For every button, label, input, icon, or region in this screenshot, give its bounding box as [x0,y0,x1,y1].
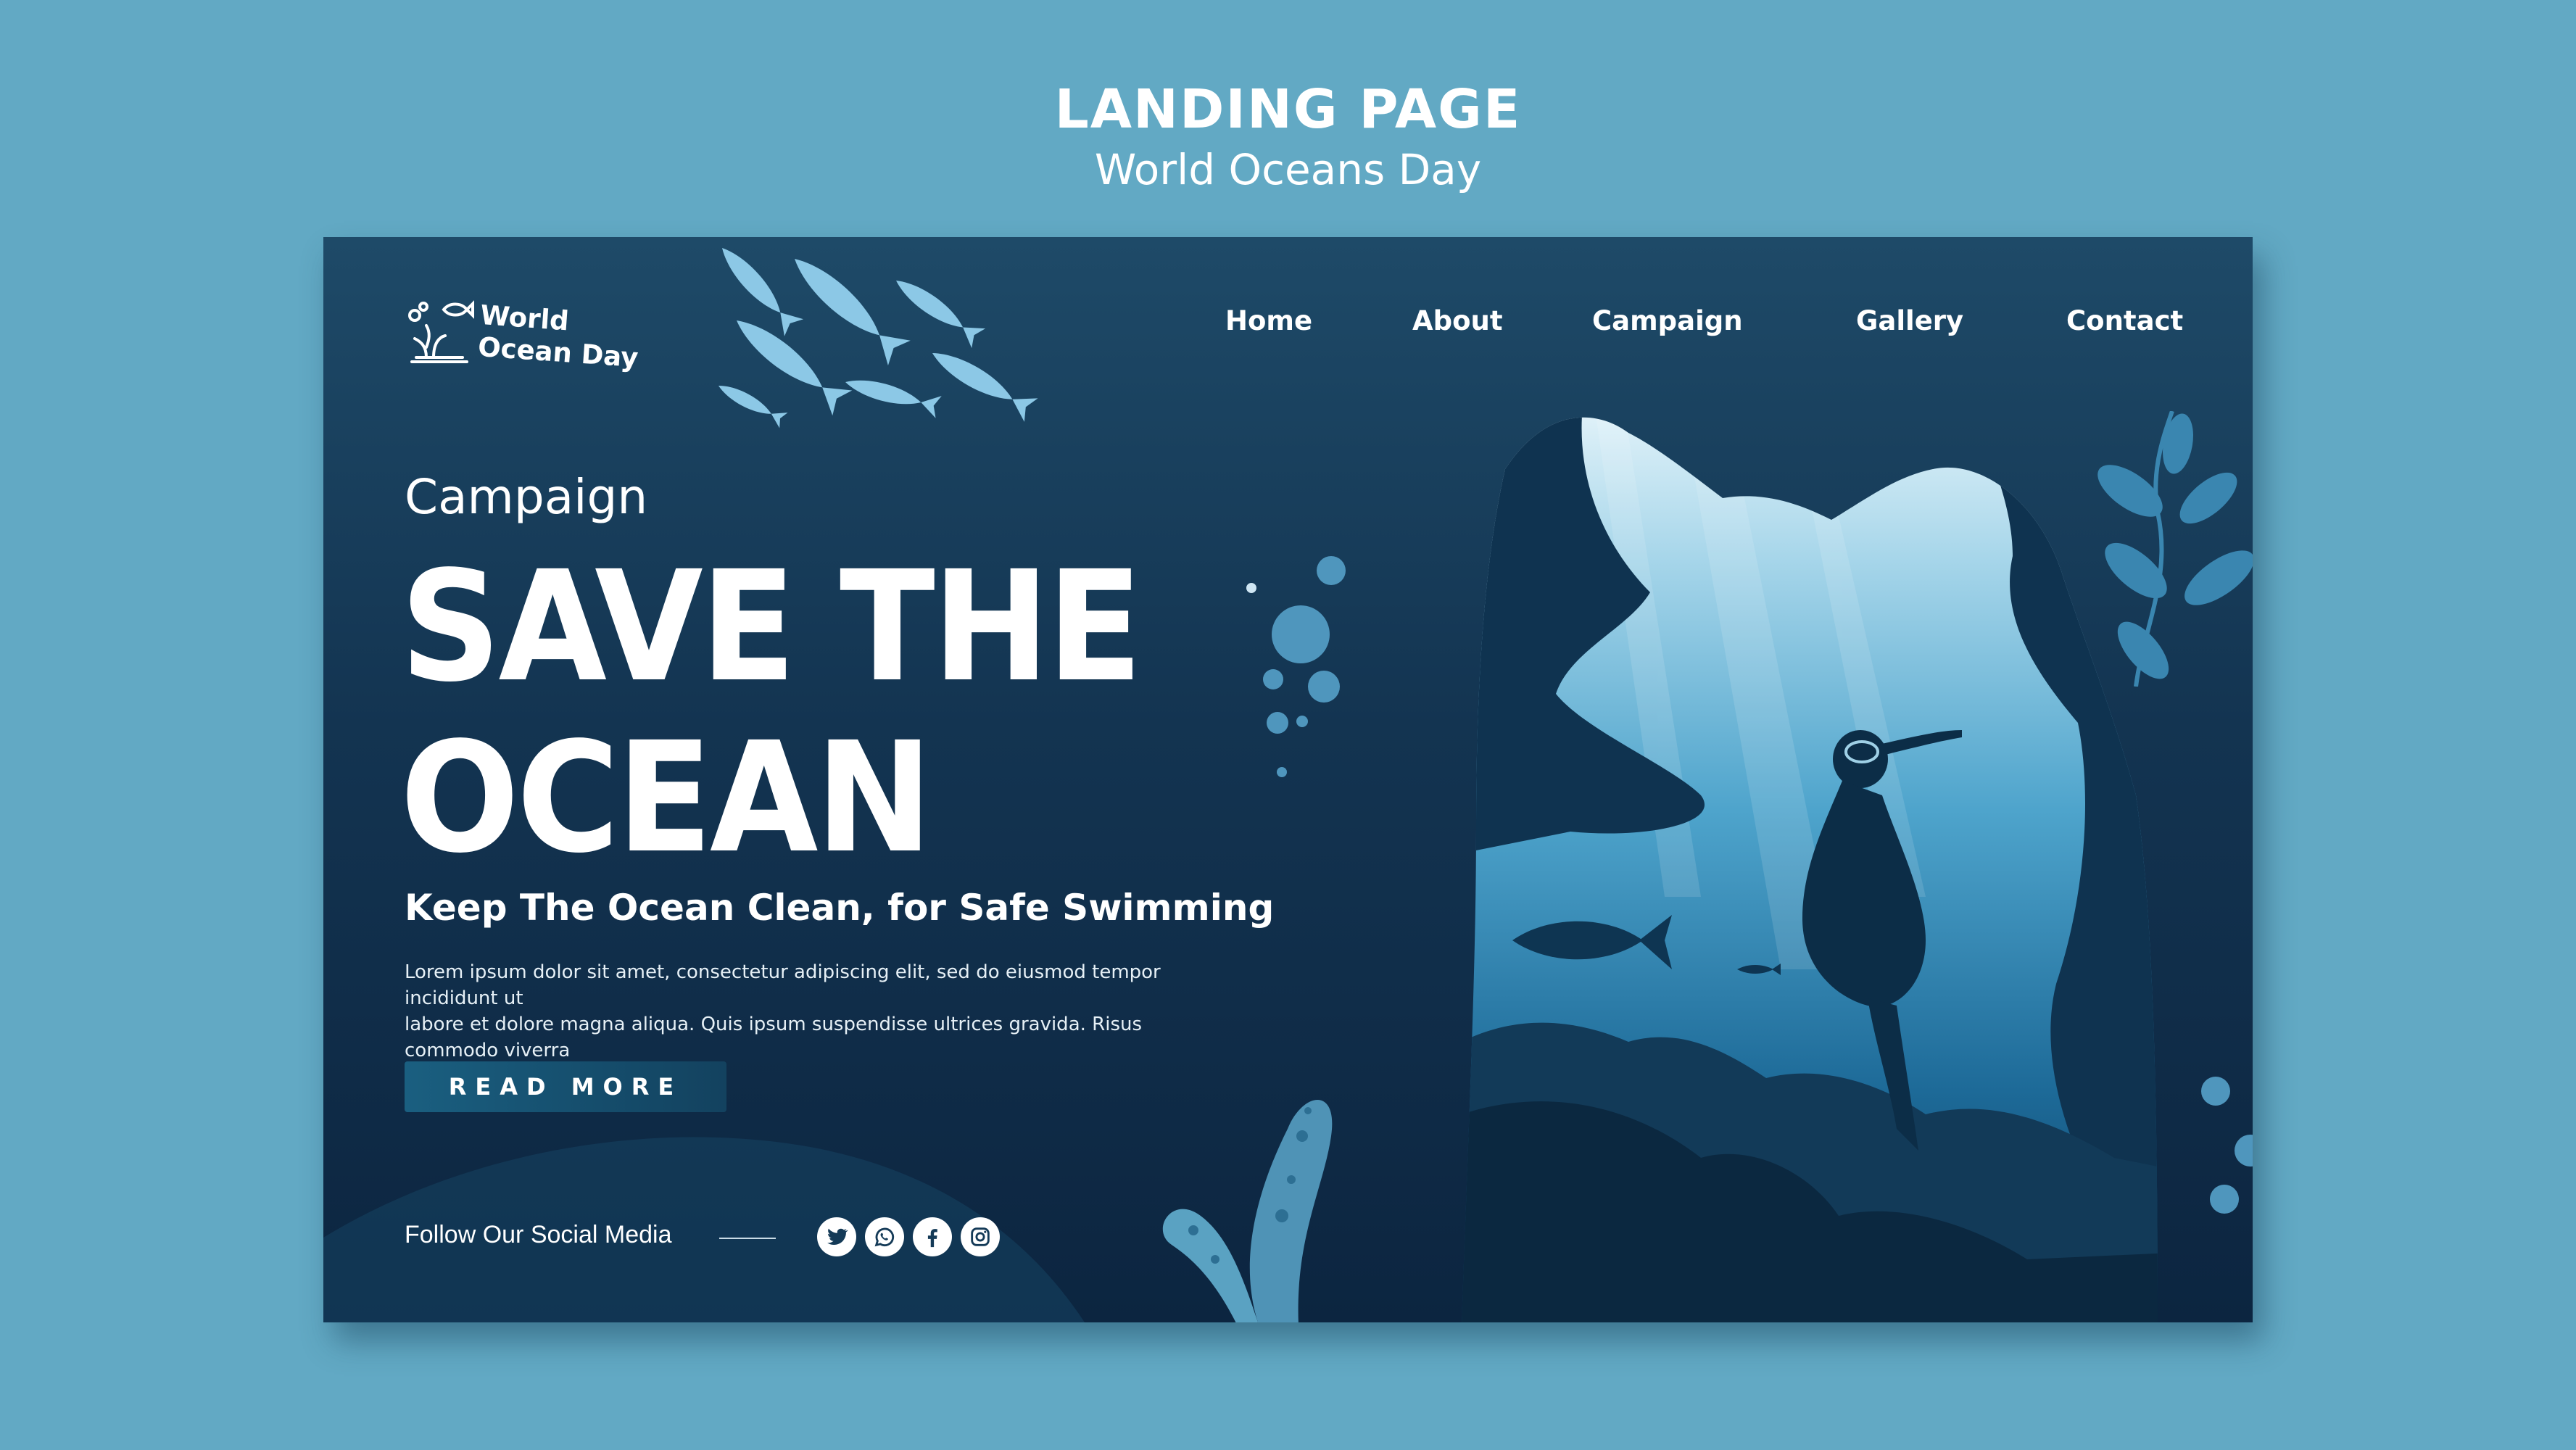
hero-subtitle: Keep The Ocean Clean, for Safe Swimming [405,887,1275,929]
nav-item-home[interactable]: Home [1225,305,1312,336]
nav-item-about[interactable]: About [1412,305,1503,336]
landing-page-mockup: World Ocean Day Home About Campaign Gall… [323,237,2253,1322]
divider-line [719,1238,776,1239]
top-navigation: Home About Campaign Gallery Contact [323,305,2253,349]
facebook-icon[interactable] [913,1217,952,1256]
hero-kicker: Campaign [405,469,648,525]
hero-body-line1: Lorem ipsum dolor sit amet, consectetur … [405,961,1161,1009]
bubbles-decoration [1246,556,1346,777]
whatsapp-icon[interactable] [865,1217,904,1256]
instagram-icon[interactable] [961,1217,1000,1256]
outer-subtitle: World Oceans Day [1094,145,1482,194]
nav-item-gallery[interactable]: Gallery [1856,305,1963,336]
hero-title: SAVE THE OCEAN [400,538,1143,887]
follow-social-label: Follow Our Social Media [405,1221,672,1248]
nav-item-contact[interactable]: Contact [2066,305,2183,336]
coral-decoration [1162,1100,1333,1322]
twitter-icon[interactable] [817,1217,856,1256]
hero-title-line1: SAVE THE [400,538,1143,716]
wave-decoration [323,1137,1085,1322]
hero-body-line2: labore et dolore magna aliqua. Quis ipsu… [405,1014,1143,1061]
outer-title: LANDING PAGE [1054,78,1522,141]
hero-title-line2: OCEAN [400,709,933,887]
hero-body: Lorem ipsum dolor sit amet, consectetur … [405,959,1238,1064]
side-bubbles-decoration [2201,1077,2253,1214]
hero-diver-photo [1462,417,2158,1322]
nav-item-campaign[interactable]: Campaign [1592,305,1743,336]
